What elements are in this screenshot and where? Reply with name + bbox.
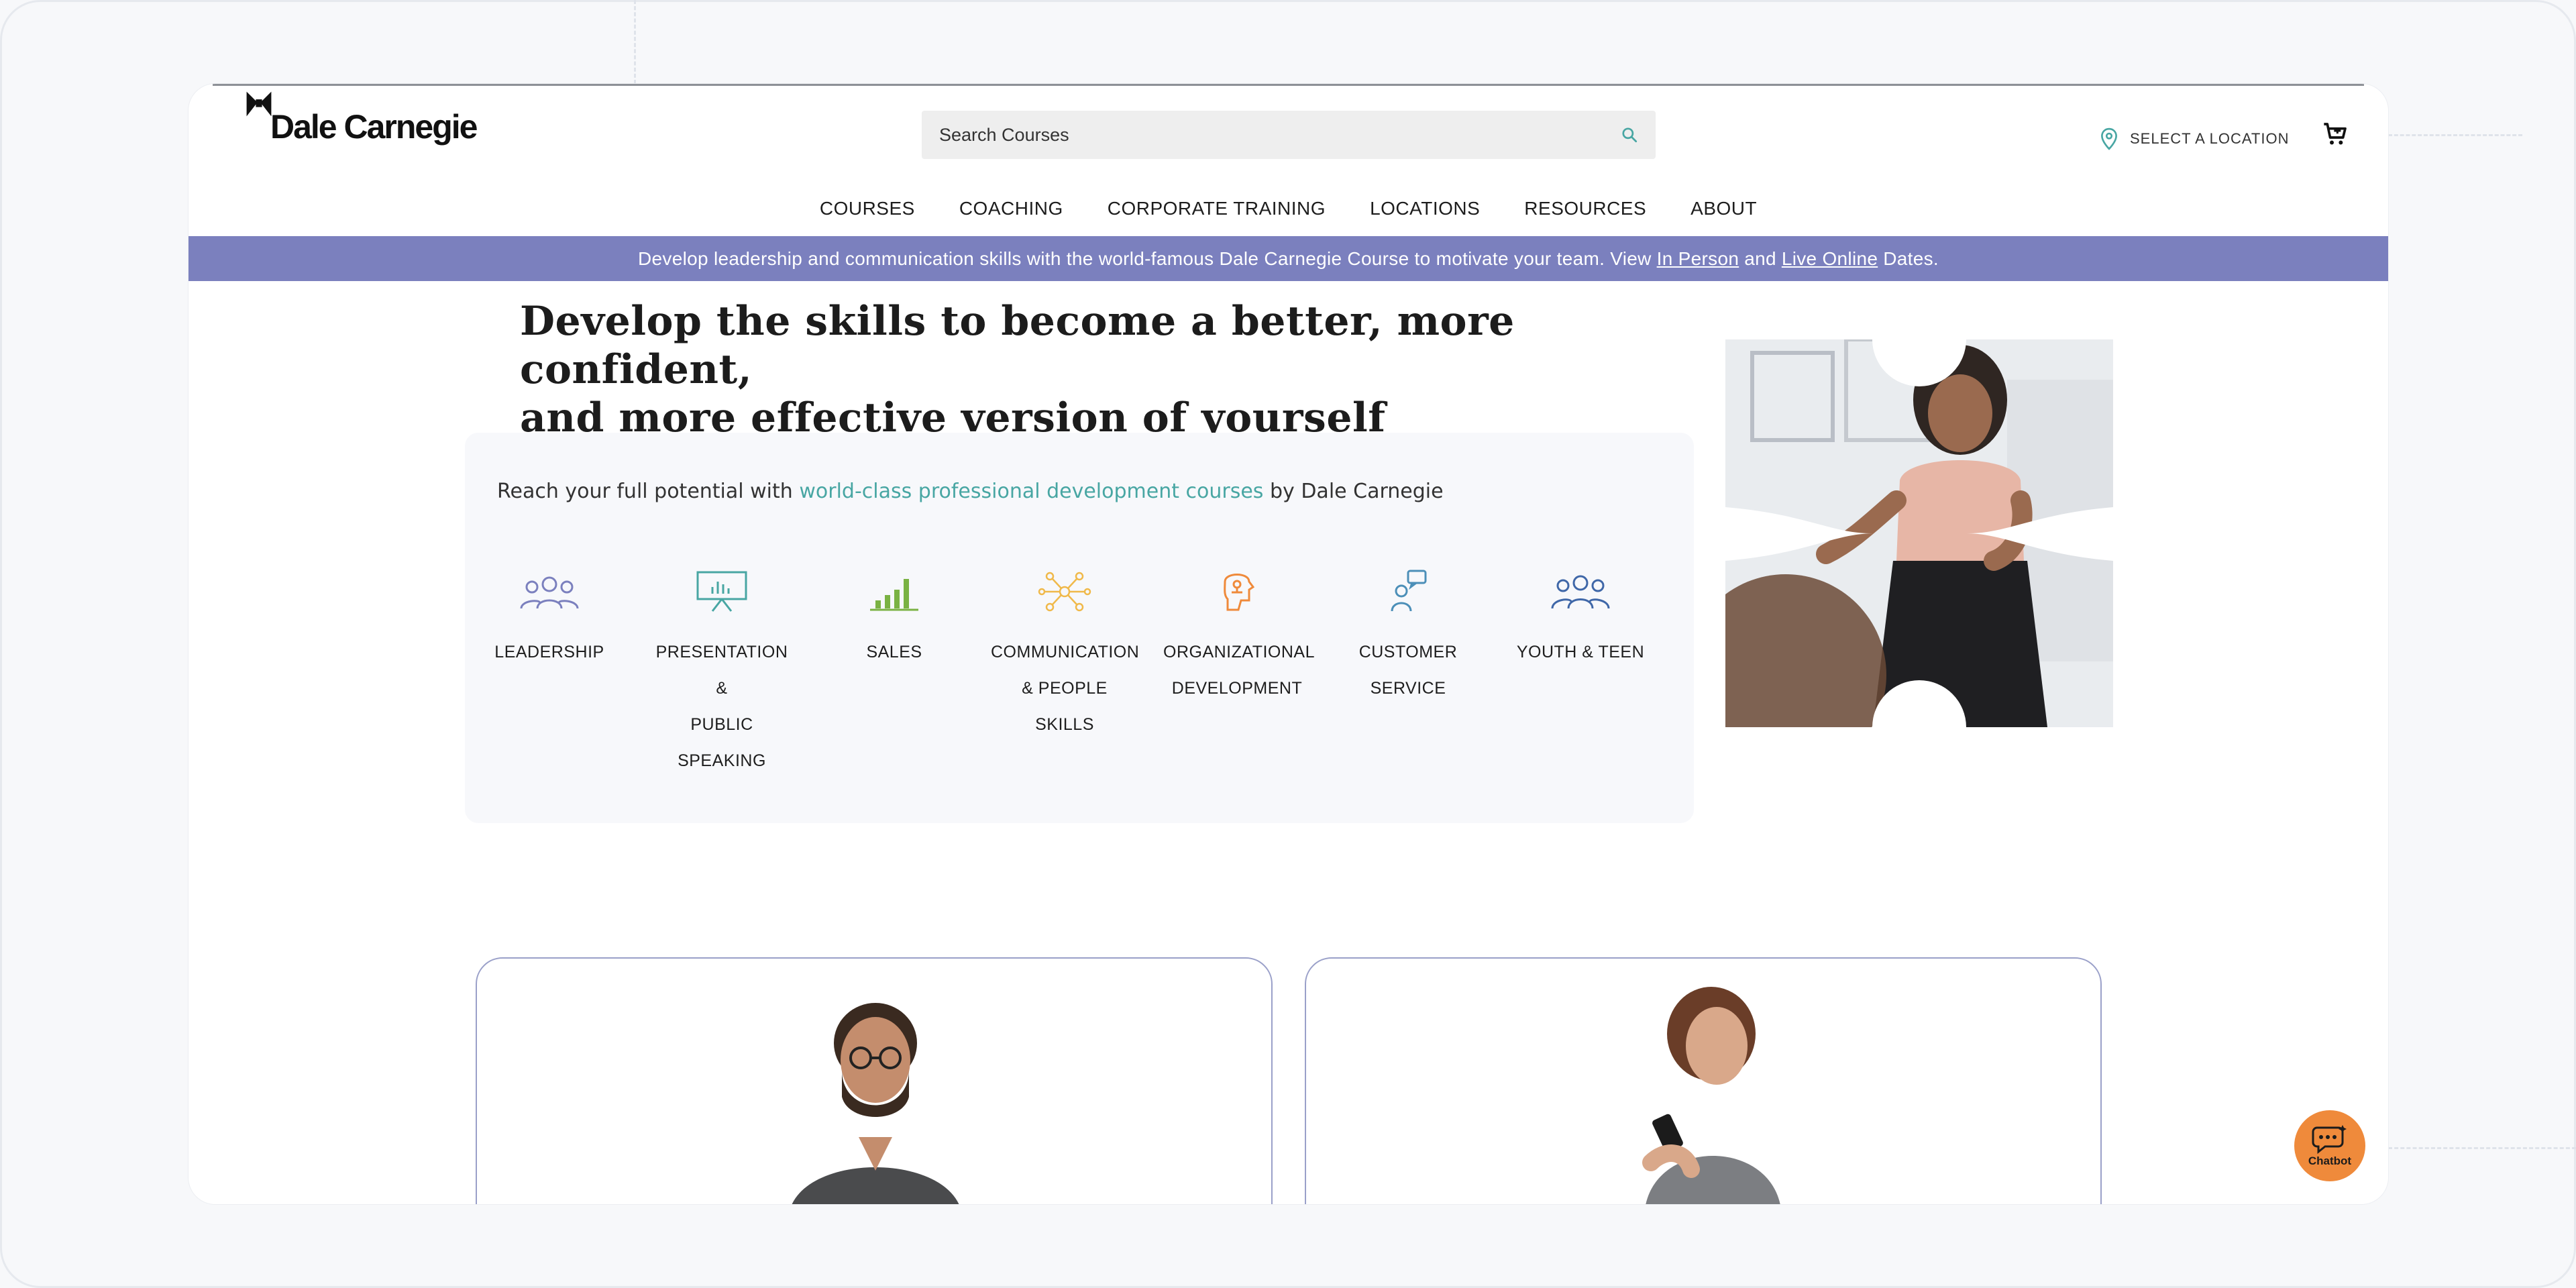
bearded-man-photo xyxy=(792,1003,959,1204)
youth-group-icon xyxy=(1551,575,1610,609)
category-label: SPEAKING xyxy=(678,751,766,770)
category-communication[interactable]: COMMUNICATION & PEOPLE SKILLS xyxy=(991,568,1140,743)
reach-potential-text: Reach your full potential with world-cla… xyxy=(497,480,1444,503)
category-youth-teen[interactable]: YOUTH & TEEN xyxy=(1507,568,1654,670)
chat-bubble-icon xyxy=(2312,1125,2347,1155)
presentation-board-icon xyxy=(696,571,747,612)
headline-line-1: Develop the skills to become a better, m… xyxy=(520,298,1515,393)
decorative-line xyxy=(634,0,636,84)
category-label: LEADERSHIP xyxy=(494,643,604,661)
chatbot-label: Chatbot xyxy=(2308,1155,2352,1167)
org-head-icon xyxy=(1224,574,1255,611)
bar-chart-icon xyxy=(870,579,918,611)
category-customer-service[interactable]: CUSTOMER SERVICE xyxy=(1334,568,1482,706)
category-label: SALES xyxy=(866,643,922,661)
chatbot-button[interactable]: Chatbot xyxy=(2294,1110,2365,1181)
reach-text-start: Reach your full potential with xyxy=(497,480,793,503)
category-presentation[interactable]: PRESENTATION & PUBLIC SPEAKING xyxy=(648,568,796,779)
category-label: SERVICE xyxy=(1370,679,1446,698)
category-label: SKILLS xyxy=(1035,715,1094,734)
category-label: YOUTH & TEEN xyxy=(1516,643,1645,661)
category-label: & xyxy=(716,679,728,698)
category-sales[interactable]: SALES xyxy=(820,568,968,670)
category-organizational[interactable]: ORGANIZATIONAL DEVELOPMENT xyxy=(1163,568,1316,706)
decorative-line xyxy=(2388,134,2522,136)
customer-chat-icon xyxy=(1391,570,1427,612)
people-group-icon xyxy=(520,576,579,609)
category-label: PRESENTATION xyxy=(655,643,788,661)
decorative-line xyxy=(2388,1147,2576,1149)
page-content: Develop the skills to become a better, m… xyxy=(189,84,2388,1204)
hero-image xyxy=(1725,339,2113,727)
page-headline: Develop the skills to become a better, m… xyxy=(520,297,1660,442)
category-label: COMMUNICATION xyxy=(991,643,1140,661)
woman-phone-photo xyxy=(1642,987,1780,1204)
reach-text-end: by Dale Carnegie xyxy=(1270,480,1444,503)
category-label: DEVELOPMENT xyxy=(1171,679,1303,698)
category-leadership[interactable]: LEADERSHIP xyxy=(476,568,623,670)
network-icon xyxy=(1038,572,1091,612)
course-card[interactable] xyxy=(476,957,1273,1204)
category-label: PUBLIC xyxy=(690,715,753,734)
category-label: ORGANIZATIONAL xyxy=(1163,643,1316,661)
category-label: CUSTOMER xyxy=(1358,643,1458,661)
courses-link[interactable]: world-class professional development cou… xyxy=(799,480,1263,503)
category-label: & PEOPLE xyxy=(1022,679,1108,698)
course-card[interactable] xyxy=(1305,957,2102,1204)
